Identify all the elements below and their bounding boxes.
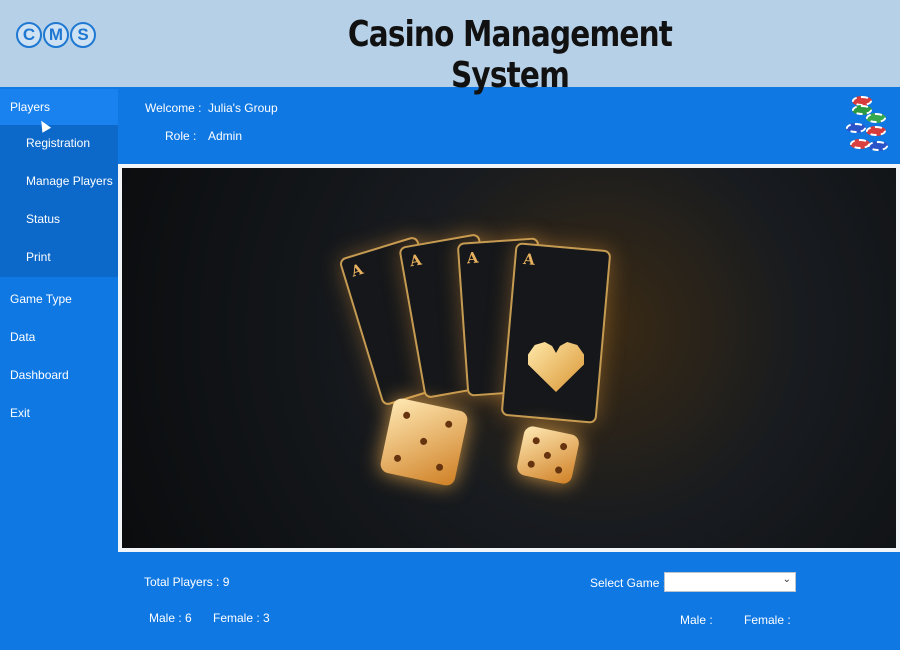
sidebar-item-game-type[interactable]: Game Type: [0, 281, 118, 317]
sidebar-item-dashboard[interactable]: Dashboard: [0, 357, 118, 393]
game-female-label: Female :: [744, 613, 791, 627]
total-players-count: Total Players : 9: [144, 575, 230, 589]
game-select-dropdown[interactable]: ⌄: [664, 572, 796, 592]
casino-cards-dice-image: A A A A: [122, 168, 896, 548]
ace-card-hearts: A: [500, 242, 612, 424]
welcome-value: Julia's Group: [208, 101, 278, 115]
cms-logo-icon: C M S: [16, 22, 96, 48]
players-submenu: Registration Manage Players Status Print: [0, 125, 118, 277]
female-count: Female : 3: [213, 611, 270, 625]
submenu-manage-players[interactable]: Manage Players: [0, 163, 118, 199]
submenu-print[interactable]: Print: [0, 239, 118, 275]
app-title: Casino Management System: [347, 14, 673, 96]
welcome-label: Welcome :: [145, 101, 202, 115]
role-label: Role :: [165, 129, 197, 143]
small-die-icon: [515, 424, 581, 486]
player-stats-footer: Total Players : 9 Male : 6 Female : 3 Se…: [118, 552, 900, 650]
submenu-registration[interactable]: Registration: [0, 125, 118, 161]
select-game-label: Select Game :: [590, 576, 667, 590]
logo-letter-s: S: [70, 22, 96, 48]
app-header: C M S Casino Management System: [0, 0, 900, 96]
sidebar-item-players[interactable]: Players: [0, 89, 118, 125]
sidebar-item-exit[interactable]: Exit: [0, 395, 118, 431]
casino-chips-icon: [846, 92, 890, 156]
male-count: Male : 6: [149, 611, 192, 625]
chevron-down-icon[interactable]: ⌄: [783, 574, 791, 585]
logo-letter-c: C: [16, 22, 42, 48]
user-info: Welcome : Julia's Group Role : Admin: [118, 87, 900, 164]
submenu-status[interactable]: Status: [0, 201, 118, 237]
role-value: Admin: [208, 129, 243, 143]
game-male-label: Male :: [680, 613, 713, 627]
logo-letter-m: M: [43, 22, 69, 48]
sidebar-item-data[interactable]: Data: [0, 319, 118, 355]
hero-image-frame: A A A A: [118, 164, 900, 552]
large-die-icon: [378, 396, 470, 488]
sidebar: Players Registration Manage Players Stat…: [0, 87, 118, 650]
